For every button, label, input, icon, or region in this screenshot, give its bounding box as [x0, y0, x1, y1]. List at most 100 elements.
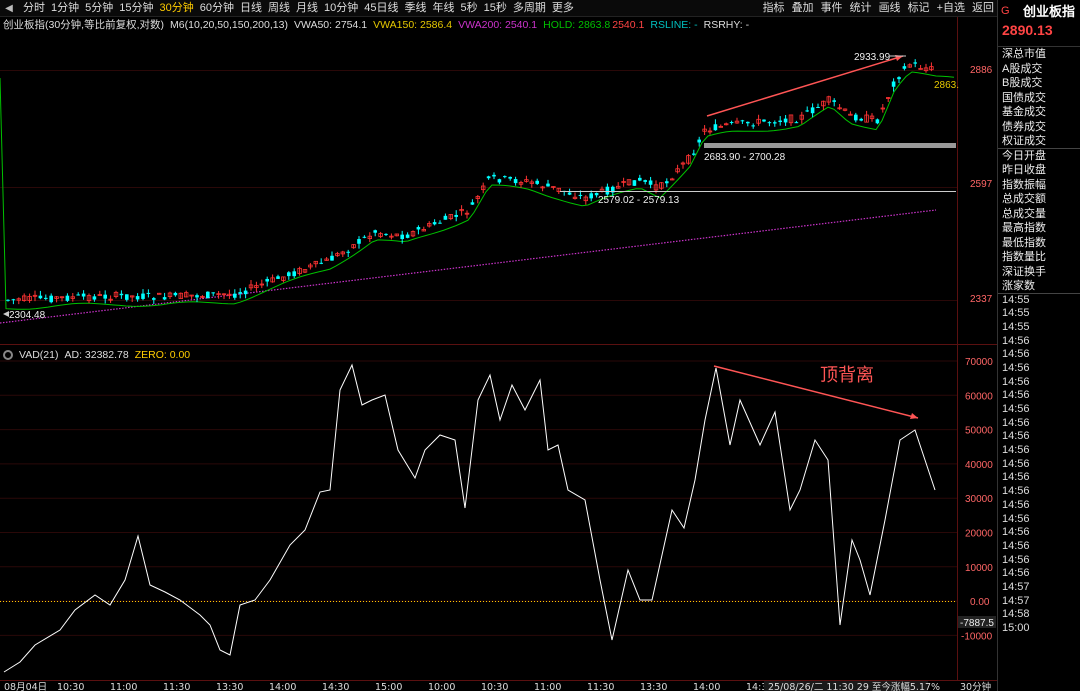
tick-time: 14:56 — [1002, 430, 1030, 443]
candle-body — [605, 186, 610, 195]
candle-body — [751, 125, 755, 127]
tick-time: 14:55 — [1002, 293, 1030, 306]
candle-body — [443, 215, 448, 220]
panel-header: G 创业板指 — [998, 0, 1080, 21]
vad-axis-label: 0.00 — [970, 597, 990, 608]
quote-row: 涨家数 — [998, 279, 1080, 294]
candlesticks — [6, 59, 934, 305]
candle-body — [567, 192, 572, 195]
candle-body — [513, 179, 518, 184]
candle-body — [292, 271, 296, 277]
candle-body — [44, 297, 48, 299]
candle-body — [859, 118, 863, 121]
candle-body — [902, 66, 907, 69]
tick-times: 14:55 14:55 14:55 14:56 14:56 14:56 14:56 14:56… — [998, 294, 1080, 636]
tick-time: 14:56 — [1002, 539, 1030, 552]
quote-row: 债券成交 — [1002, 120, 1046, 133]
quote-row: 指数量比 — [1002, 251, 1046, 263]
candle-body — [778, 120, 782, 122]
quote-row: 最低指数 — [1002, 236, 1046, 249]
candle-body — [125, 294, 129, 300]
candle-body — [805, 110, 809, 112]
candle-body — [400, 234, 404, 240]
tick-time: 14:56 — [1002, 389, 1030, 402]
candle-body — [243, 290, 248, 295]
candle-body — [508, 176, 512, 179]
candle-body — [146, 292, 151, 294]
quote-row: 深总市值 — [1002, 48, 1046, 60]
low-arrow-icon — [3, 311, 9, 317]
quote-row: 总成交额 — [1002, 193, 1046, 205]
candle-body — [816, 106, 820, 108]
candle-body — [135, 296, 140, 300]
candle-body — [854, 114, 858, 121]
candle-body — [152, 298, 156, 300]
quote-row: 指数振幅 — [1002, 178, 1046, 191]
tick-time: 15:00 — [1002, 622, 1030, 634]
candle-body — [416, 227, 421, 230]
tick-time: 14:58 — [1002, 608, 1030, 621]
candle-body — [713, 124, 718, 131]
candle-body — [454, 214, 458, 217]
candle-body — [692, 153, 696, 155]
candle-body — [762, 119, 766, 122]
candle-body — [238, 292, 242, 294]
vad-axis-label: 40000 — [965, 460, 993, 471]
quote-row: 总成交量 — [1002, 207, 1046, 220]
candle-body — [141, 293, 145, 299]
quote-row: 深证换手 — [1002, 265, 1046, 278]
vad-line — [3, 363, 936, 673]
tick-time: 14:56 — [1002, 444, 1030, 457]
candle-body — [470, 202, 475, 205]
candle-body — [546, 183, 550, 187]
candle-body — [319, 262, 323, 264]
candle-body — [276, 276, 280, 279]
chart-canvas[interactable]: 2933.99 2304.48 2683.90 - 2700.28 2579.0… — [0, 0, 997, 691]
range-upper-label: 2683.90 - 2700.28 — [704, 152, 786, 163]
candle-body — [38, 295, 43, 299]
candle-body — [265, 278, 269, 282]
quote-row: 权证成交 — [998, 134, 1080, 149]
candle-body — [103, 294, 107, 299]
vad-axis-label: 70000 — [965, 357, 993, 368]
candle-body — [206, 291, 210, 299]
candle-body — [767, 122, 772, 124]
quote-row: A股成交 — [1002, 62, 1043, 75]
tick-time: 14:56 — [1002, 334, 1030, 347]
price-axis-label: 2597 — [970, 179, 993, 190]
candle-body — [638, 177, 642, 181]
candle-body — [891, 81, 896, 87]
quote-row: 基金成交 — [1002, 106, 1046, 118]
candle-body — [384, 233, 388, 235]
time-axis-label: 15:00 — [375, 682, 402, 691]
grid-lines — [0, 70, 957, 636]
tick-time: 14:56 — [1002, 457, 1030, 470]
tick-time: 14:57 — [1002, 580, 1030, 593]
panel-flag: G — [1001, 4, 1010, 17]
price-axis-label: 2337 — [970, 294, 993, 305]
candle-body — [173, 292, 178, 296]
tick-time: 14:56 — [1002, 403, 1030, 415]
vad-axis-label: 20000 — [965, 529, 993, 540]
quote-row: 今日开盘 — [1002, 149, 1046, 162]
time-axis-label: 14:30 — [322, 682, 349, 691]
low-label: 2304.48 — [9, 310, 46, 321]
period-tag: 30分钟 — [960, 681, 991, 691]
candle-body — [665, 181, 669, 184]
vad-axis-label: -10000 — [961, 631, 993, 642]
candle-body — [832, 100, 836, 102]
candle-body — [773, 122, 777, 124]
time-axis-label: 10:00 — [428, 682, 455, 691]
time-axis-label: 11:30 — [587, 682, 614, 691]
tick-time: 14:56 — [1002, 471, 1030, 484]
candle-body — [746, 121, 750, 124]
quote-row: 国债成交 — [1002, 91, 1046, 104]
vad-trend-arrow — [910, 413, 918, 419]
candle-body — [11, 299, 16, 301]
time-axis-label: 13:30 — [640, 682, 667, 691]
candle-body — [76, 294, 80, 296]
index-price: 2890.13 — [1002, 22, 1053, 38]
price-trend-line — [706, 55, 904, 117]
candle-body — [162, 297, 167, 300]
tick-time: 14:56 — [1002, 416, 1030, 429]
